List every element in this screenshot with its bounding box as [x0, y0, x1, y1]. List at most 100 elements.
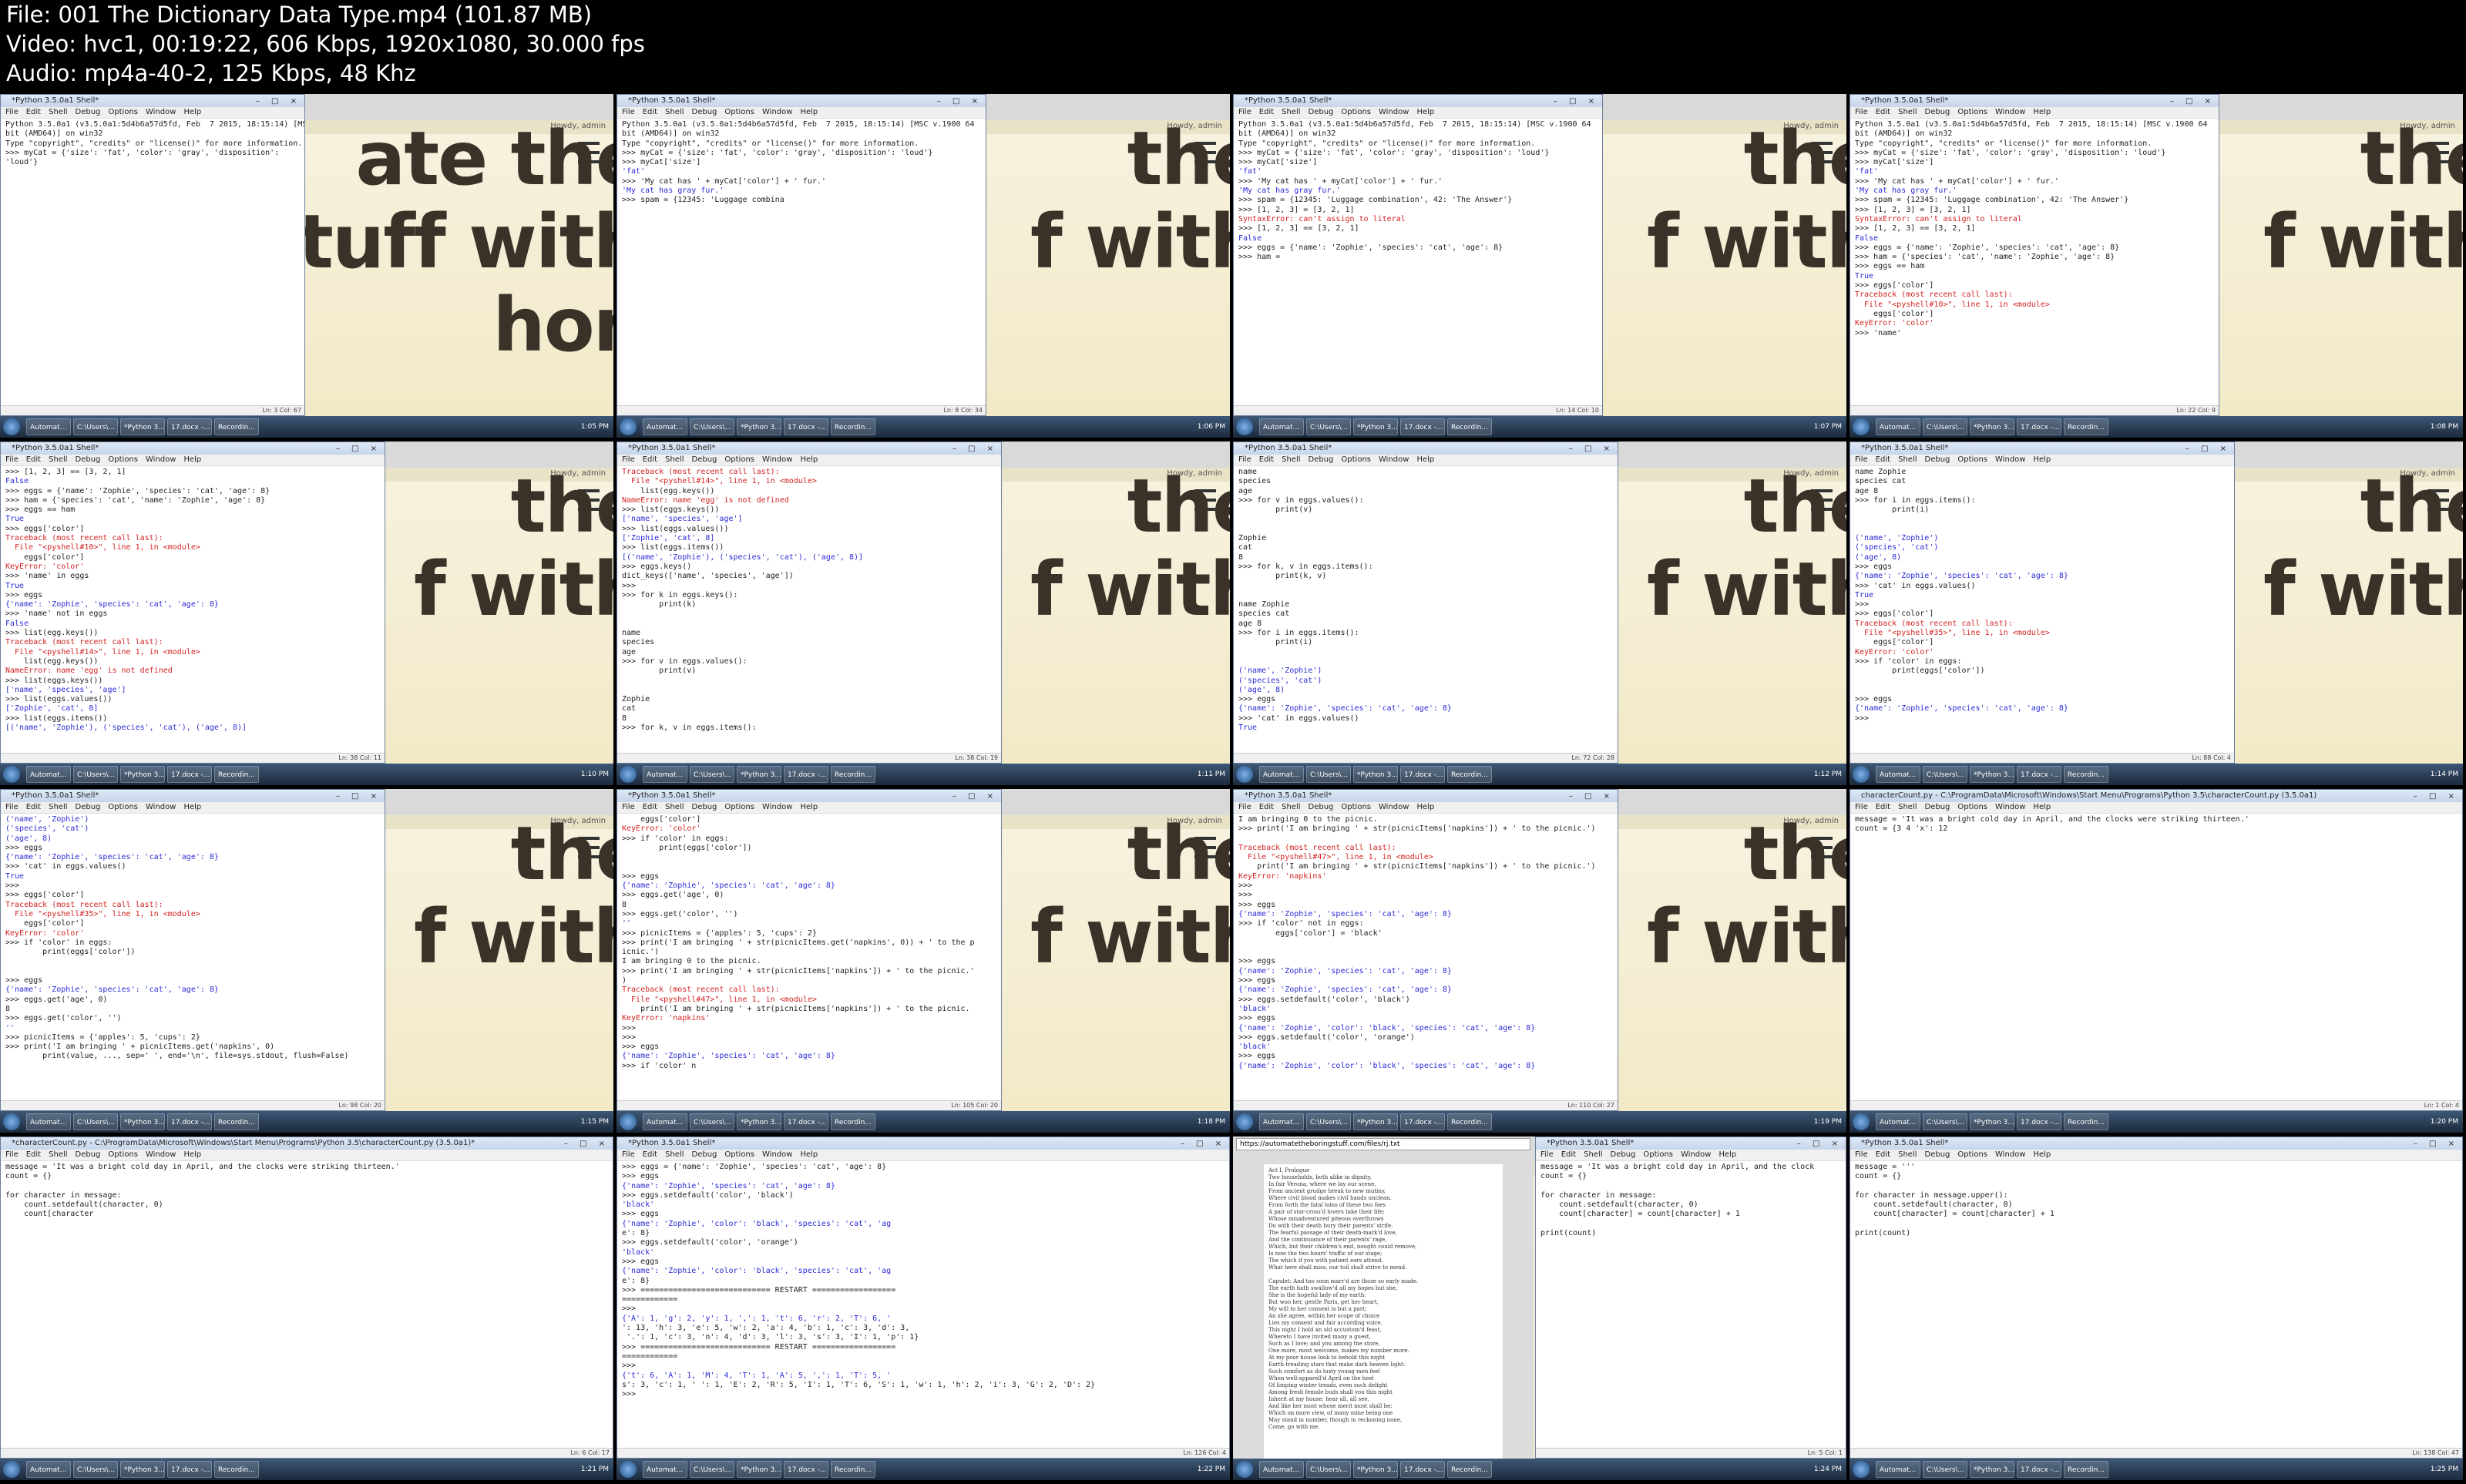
taskbar-button[interactable]: Recordin... — [214, 1461, 259, 1478]
taskbar-button[interactable]: *Python 3... — [737, 766, 781, 783]
taskbar-button[interactable]: C:\Users\... — [1306, 1461, 1351, 1478]
window-controls[interactable]: – □ × — [2170, 96, 2216, 108]
menu-item[interactable]: Options — [1957, 1150, 1987, 1159]
menu-item[interactable]: File — [1238, 108, 1251, 116]
taskbar-button[interactable]: 17.docx -... — [167, 766, 212, 783]
menu-item[interactable]: File — [1855, 455, 1868, 464]
menu-item[interactable]: Edit — [26, 803, 41, 811]
menu-item[interactable]: Options — [724, 803, 754, 811]
menu-item[interactable]: Help — [1416, 803, 1434, 811]
menu-item[interactable]: Edit — [1876, 803, 1890, 811]
window-controls[interactable]: – □ × — [336, 443, 381, 455]
python-shell-window[interactable]: *characterCount.py - C:\ProgramData\Micr… — [0, 1137, 613, 1459]
menu-item[interactable]: Shell — [665, 108, 684, 116]
window-controls[interactable]: – □ × — [1569, 443, 1614, 455]
menu-item[interactable]: Options — [724, 455, 754, 464]
start-button[interactable] — [3, 418, 20, 435]
taskbar-button[interactable]: *Python 3... — [1353, 418, 1398, 435]
menu-item[interactable]: File — [1855, 803, 1868, 811]
taskbar-button[interactable]: Recordin... — [831, 1113, 875, 1130]
menu-item[interactable]: Edit — [1876, 455, 1890, 464]
menu-item[interactable]: Help — [1416, 108, 1434, 116]
menu-item[interactable]: File — [1855, 1150, 1868, 1159]
taskbar-button[interactable]: Recordin... — [2064, 418, 2108, 435]
start-button[interactable] — [1236, 1113, 1253, 1130]
menu-item[interactable]: Shell — [1898, 455, 1917, 464]
window-controls[interactable]: – □ × — [1181, 1138, 1226, 1150]
taskbar-button[interactable]: Automat... — [643, 1113, 687, 1130]
taskbar-button[interactable]: C:\Users\... — [73, 1113, 118, 1130]
window-controls[interactable]: – □ × — [1554, 96, 1599, 108]
taskbar-button[interactable]: *Python 3... — [120, 1113, 165, 1130]
menu-item[interactable]: Edit — [643, 108, 657, 116]
menu-item[interactable]: Options — [108, 803, 138, 811]
menu-item[interactable]: Help — [2033, 1150, 2051, 1159]
taskbar-button[interactable]: C:\Users\... — [690, 418, 734, 435]
taskbar-button[interactable]: 17.docx -... — [1400, 1113, 1445, 1130]
menu-item[interactable]: Shell — [665, 803, 684, 811]
menu-item[interactable]: Debug — [76, 108, 101, 116]
window-controls[interactable]: – □ × — [937, 96, 983, 108]
menu-item[interactable]: Window — [762, 108, 792, 116]
address-bar[interactable]: https://automatetheboringstuff.com/files… — [1236, 1138, 1530, 1150]
taskbar-button[interactable]: Automat... — [1259, 1113, 1304, 1130]
menu-item[interactable]: Edit — [26, 455, 41, 464]
browser-window[interactable]: https://automatetheboringstuff.com/files… — [1233, 1137, 1534, 1459]
menu-item[interactable]: Debug — [1309, 455, 1334, 464]
menu-item[interactable]: Edit — [1259, 455, 1274, 464]
taskbar-button[interactable]: 17.docx -... — [167, 1461, 212, 1478]
menu-item[interactable]: Window — [762, 1150, 792, 1159]
taskbar-button[interactable]: *Python 3... — [737, 1461, 781, 1478]
start-button[interactable] — [3, 1461, 20, 1478]
start-button[interactable] — [620, 766, 637, 783]
python-shell-window[interactable]: *Python 3.5.0a1 Shell* – □ × File Edit Shell… — [0, 789, 385, 1111]
taskbar-button[interactable]: C:\Users\... — [690, 1461, 734, 1478]
python-shell-window[interactable]: characterCount.py - C:\ProgramData\Micro… — [1850, 789, 2463, 1111]
menu-item[interactable]: Window — [1379, 455, 1409, 464]
taskbar-button[interactable]: C:\Users\... — [1306, 1113, 1351, 1130]
menu-item[interactable]: Debug — [1309, 803, 1334, 811]
start-button[interactable] — [3, 766, 20, 783]
taskbar-button[interactable]: C:\Users\... — [1306, 418, 1351, 435]
taskbar-button[interactable]: Automat... — [1876, 1461, 1920, 1478]
taskbar-button[interactable]: *Python 3... — [737, 418, 781, 435]
menu-item[interactable]: Help — [800, 455, 818, 464]
taskbar-button[interactable]: 17.docx -... — [1400, 1461, 1445, 1478]
menu-item[interactable]: Window — [762, 455, 792, 464]
taskbar-button[interactable]: Recordin... — [2064, 1461, 2108, 1478]
taskbar-button[interactable]: *Python 3... — [120, 766, 165, 783]
menu-item[interactable]: Debug — [692, 455, 717, 464]
menu-item[interactable]: Debug — [1309, 108, 1334, 116]
taskbar-button[interactable]: Automat... — [1259, 1461, 1304, 1478]
taskbar-button[interactable]: 17.docx -... — [784, 766, 828, 783]
menu-item[interactable]: File — [5, 803, 18, 811]
taskbar-button[interactable]: Automat... — [26, 1113, 71, 1130]
menu-item[interactable]: Window — [1995, 108, 2025, 116]
start-button[interactable] — [1236, 418, 1253, 435]
menu-item[interactable]: Shell — [1282, 803, 1300, 811]
menu-item[interactable]: File — [5, 455, 18, 464]
python-shell-window[interactable]: *Python 3.5.0a1 Shell* – □ × File Edit Shell… — [1233, 442, 1618, 764]
menu-item[interactable]: Debug — [1925, 455, 1950, 464]
menu-item[interactable]: Debug — [76, 803, 101, 811]
menu-item[interactable]: Shell — [1898, 1150, 1917, 1159]
menu-item[interactable]: Debug — [1925, 1150, 1950, 1159]
menu-item[interactable]: Shell — [1584, 1150, 1602, 1159]
taskbar-button[interactable]: C:\Users\... — [73, 418, 118, 435]
menu-item[interactable]: Edit — [1561, 1150, 1576, 1159]
menu-item[interactable]: Debug — [76, 455, 101, 464]
taskbar-button[interactable]: Automat... — [643, 766, 687, 783]
menu-item[interactable]: Options — [1341, 803, 1371, 811]
menu-item[interactable]: Debug — [692, 1150, 717, 1159]
window-controls[interactable]: – □ × — [2414, 791, 2459, 803]
menu-item[interactable]: Options — [108, 108, 138, 116]
menu-item[interactable]: Help — [183, 803, 201, 811]
window-controls[interactable]: – □ × — [1569, 791, 1614, 803]
menu-item[interactable]: Debug — [692, 108, 717, 116]
menu-item[interactable]: Shell — [49, 803, 67, 811]
python-shell-window[interactable]: *Python 3.5.0a1 Shell* – □ × File Edit Shell… — [0, 94, 305, 416]
menu-item[interactable]: Options — [1957, 803, 1987, 811]
menu-item[interactable]: Edit — [643, 1150, 657, 1159]
window-controls[interactable]: – □ × — [952, 443, 998, 455]
menu-item[interactable]: Help — [183, 1150, 201, 1159]
